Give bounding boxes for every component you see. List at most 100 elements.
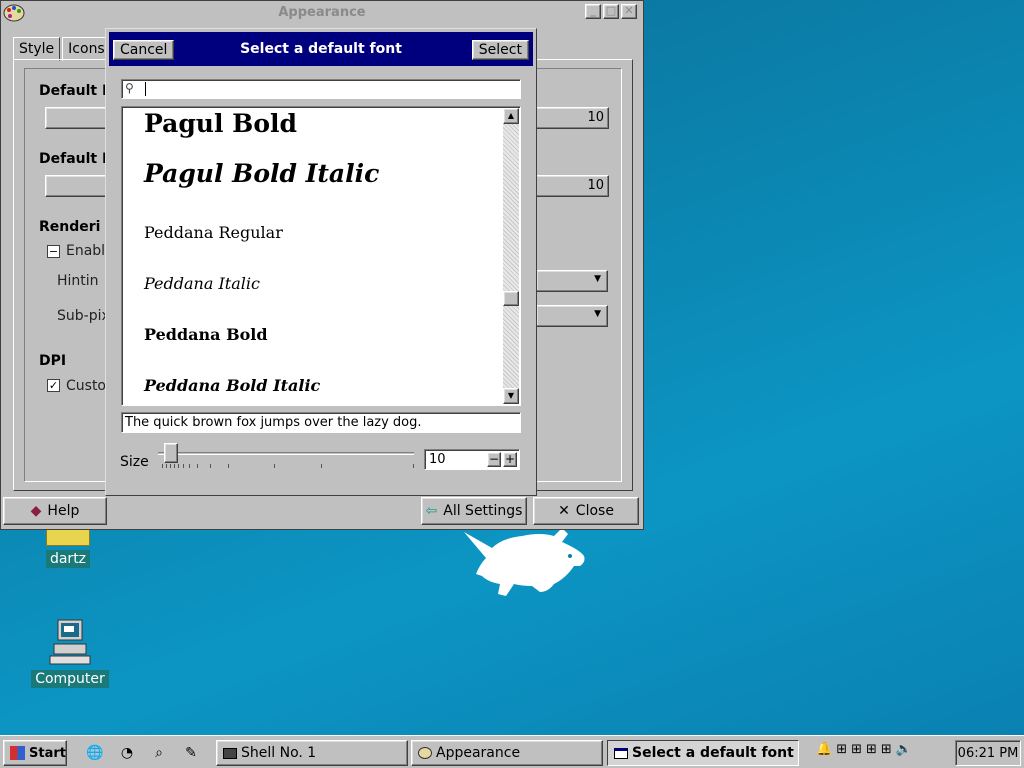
clock-app-icon[interactable]: ◔ [118,744,136,762]
font-list-item[interactable]: Peddana Bold [144,325,268,344]
font-list-item[interactable]: Peddana Regular [144,223,283,242]
font-list-item[interactable]: Pagul Bold [144,109,297,138]
close-button-label: Close [575,503,614,519]
cancel-button[interactable]: Cancel [113,40,175,60]
desktop-icon-dartz[interactable]: dartz [28,528,108,568]
default-font-size: 10 [587,110,604,125]
slider-tick [178,464,179,468]
font-search-input[interactable]: ⚲ [121,79,521,99]
slider-tick [166,464,167,468]
slider-tick [174,464,175,468]
chevron-down-icon: ▼ [594,274,601,284]
task-appearance[interactable]: Appearance [411,740,603,766]
help-button-label: Help [47,503,80,519]
size-label: Size [120,454,149,470]
slider-tick [189,464,190,468]
window-titlebar[interactable]: Appearance _ □ ✕ [1,1,643,23]
scrollbar-thumb[interactable] [503,291,519,306]
custom-dpi-label: Custo [66,378,106,394]
rendering-heading: Renderi [39,219,101,235]
network-icon[interactable]: ⊞ [851,742,862,757]
start-logo-icon [10,746,26,760]
maximize-button[interactable]: □ [603,4,619,19]
minimize-button[interactable]: _ [585,4,601,19]
network-icon[interactable]: ⊞ [866,742,877,757]
edit-icon[interactable]: ✎ [182,744,200,762]
slider-tick [197,464,198,468]
bell-icon[interactable]: 🔔 [816,742,832,757]
task-label: Shell No. 1 [241,745,317,761]
arrow-left-icon: ⇦ [425,503,438,519]
taskbar: Start 🌐 ◔ ⌕ ✎ Shell No. 1 Appearance Sel… [0,735,1024,768]
chevron-down-icon: ▼ [594,309,601,319]
font-list-item[interactable]: Peddana Italic [144,274,260,293]
slider-tick [274,464,275,468]
dpi-heading: DPI [39,353,67,369]
desktop-icon-label: Computer [31,670,109,688]
volume-icon[interactable]: 🔈 [896,742,912,757]
desktop-icon-computer[interactable]: Computer [30,618,110,688]
task-select-font[interactable]: Select a default font [607,740,799,766]
close-window-button[interactable]: ✕ [621,4,637,19]
font-dialog: Cancel Select a default font Select ⚲ Pa… [105,28,537,496]
font-list[interactable]: Pagul Bold Pagul Bold Italic Peddana Reg… [121,106,521,406]
book-icon: ◆ [30,503,42,519]
subpixel-dropdown[interactable]: ▼ [536,305,608,327]
increase-size-button[interactable]: + [503,452,517,467]
size-spinbox[interactable]: 10 − + [424,449,520,470]
all-settings-button[interactable]: ⇦ All Settings [421,497,527,525]
dialog-titlebar[interactable]: Cancel Select a default font Select [109,32,533,66]
network-icon[interactable]: ⊞ [881,742,892,757]
hinting-dropdown[interactable]: ▼ [536,270,608,292]
slider-tick [170,464,171,468]
window-title: Appearance [278,4,366,20]
network-icon[interactable]: ⊞ [836,742,847,757]
terminal-icon [223,747,237,759]
tab-icons[interactable]: Icons [62,37,111,61]
folder-icon [46,528,90,546]
search-icon[interactable]: ⌕ [150,744,168,762]
help-button[interactable]: ◆ Help [3,497,107,525]
scroll-up-arrow-icon[interactable]: ▲ [503,108,519,124]
size-slider-track[interactable] [158,452,414,455]
slider-tick [413,464,414,468]
scroll-down-arrow-icon[interactable]: ▼ [503,388,519,404]
dialog-title: Select a default font [240,41,402,57]
slider-tick [210,464,211,468]
computer-icon [49,619,91,665]
close-button[interactable]: ✕ Close [533,497,639,525]
font-list-scrollbar[interactable]: ▲ ▼ [503,108,519,404]
font-list-item[interactable]: Pagul Bold Italic [144,159,379,188]
default-font-heading: Default F [39,83,112,99]
palette-icon [3,4,25,22]
task-shell[interactable]: Shell No. 1 [216,740,408,766]
close-icon: ✕ [558,503,570,519]
start-label: Start [29,745,66,761]
task-label: Appearance [436,745,521,761]
start-button[interactable]: Start [3,740,67,766]
slider-tick [228,464,229,468]
enable-antialias-checkbox[interactable]: − [47,245,60,258]
select-button[interactable]: Select [471,40,529,60]
palette-icon [418,747,432,759]
window-icon [614,747,628,759]
text-caret [145,82,146,96]
default-monospace-size: 10 [587,178,604,193]
clock[interactable]: 06:21 PM [955,740,1021,766]
slider-tick [162,464,163,468]
decrease-size-button[interactable]: − [487,452,501,467]
desktop-icon-label: dartz [45,550,91,568]
font-list-item[interactable]: Peddana Bold Italic [144,376,320,395]
font-preview-field[interactable]: The quick brown fox jumps over the lazy … [121,412,521,433]
subpixel-label: Sub-pix [57,308,110,324]
custom-dpi-checkbox[interactable]: ✓ [47,379,60,392]
task-label: Select a default font [632,745,794,761]
binoculars-icon: ⚲ [125,81,134,95]
xfce-mouse-logo [464,528,585,596]
slider-tick [183,464,184,468]
system-tray: 🔔 ⊞ ⊞ ⊞ ⊞ 🔈 [816,742,912,757]
globe-icon[interactable]: 🌐 [86,744,104,762]
tab-style[interactable]: Style [13,37,61,61]
size-slider-thumb[interactable] [164,443,178,463]
enable-antialias-label: Enabl [66,243,106,259]
